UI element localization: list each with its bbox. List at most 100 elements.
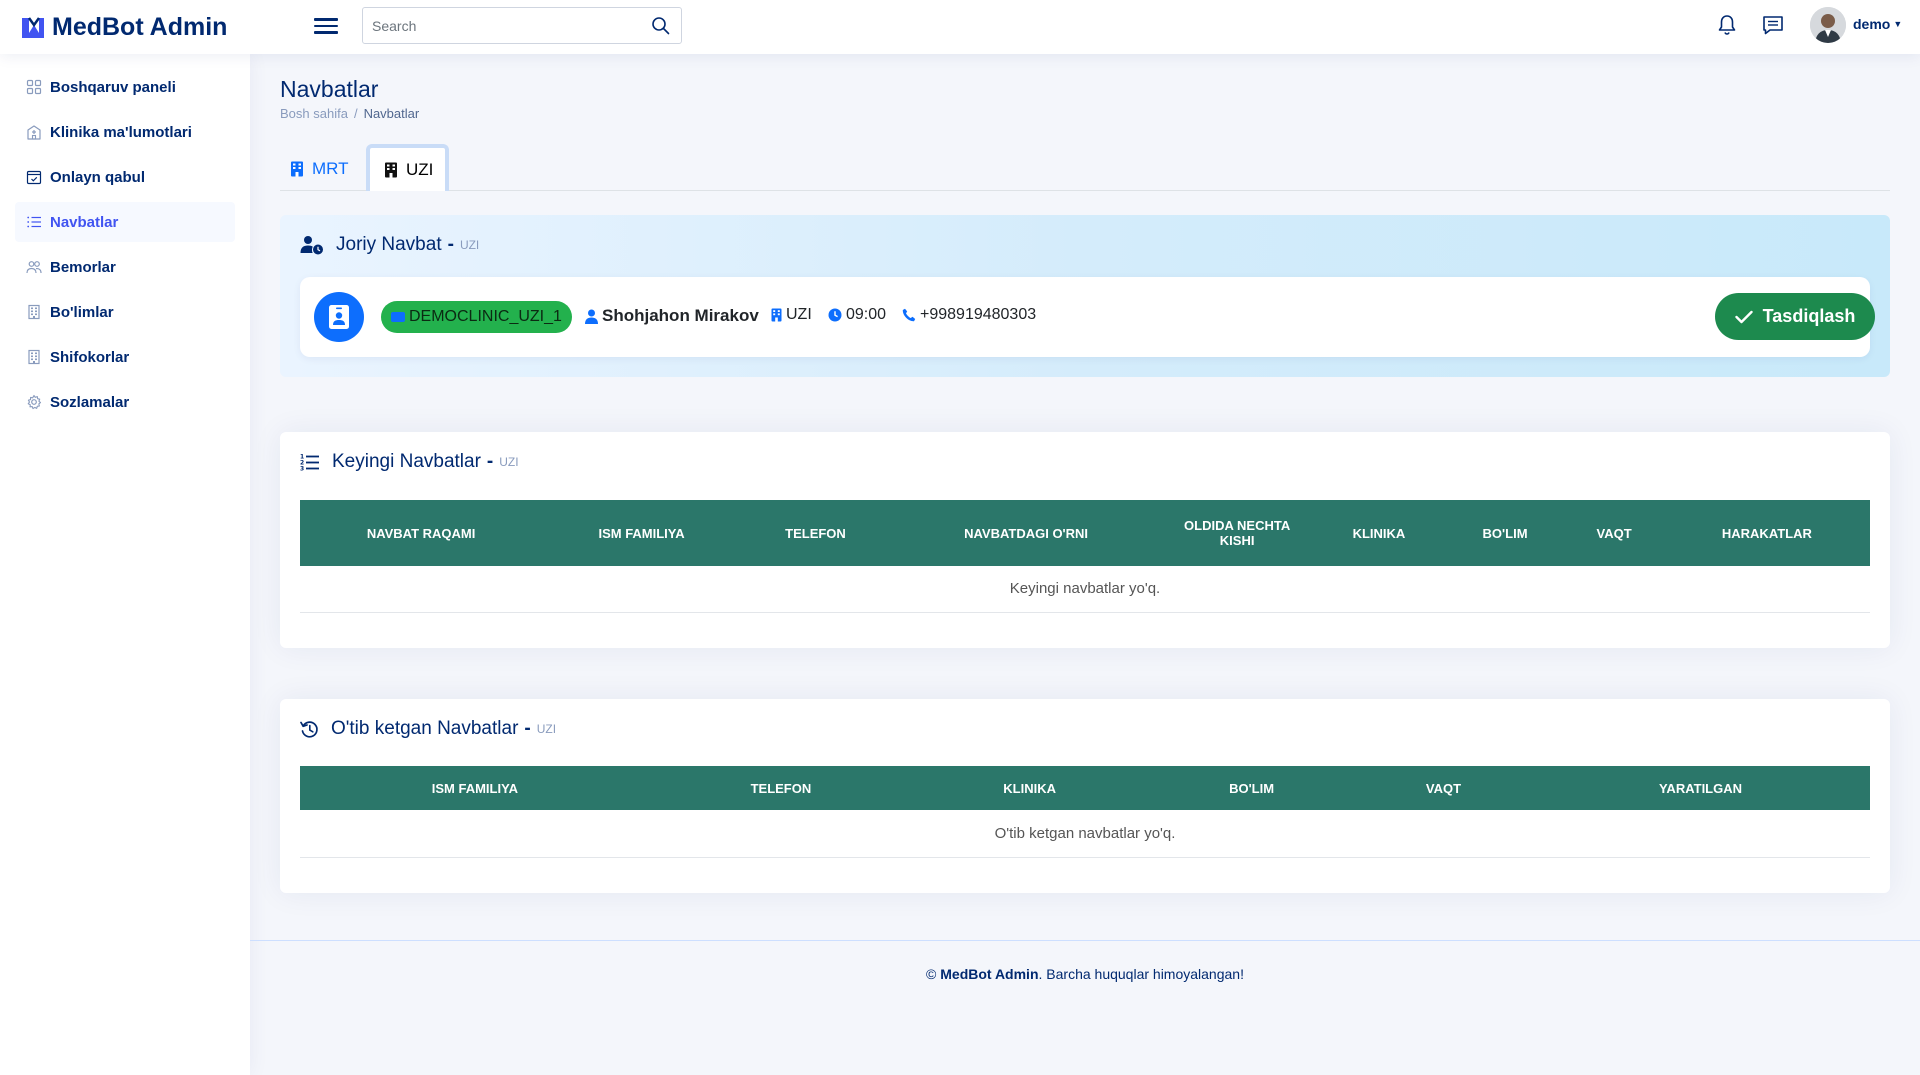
building-icon (771, 308, 782, 322)
search-input[interactable] (363, 8, 633, 43)
sidebar-item-queues[interactable]: Navbatlar (15, 202, 235, 242)
column-header[interactable]: Telefon (740, 500, 891, 566)
ticket-icon (391, 312, 405, 322)
building-icon (28, 349, 40, 365)
copyright-symbol: © (926, 966, 937, 982)
breadcrumb-current: Navbatlar (363, 106, 420, 121)
column-header[interactable]: Vaqt (1564, 500, 1664, 566)
empty-state-text: Keyingi navbatlar yo'q. (300, 566, 1870, 613)
sidebar-item-settings[interactable]: Sozlamalar (15, 382, 235, 422)
user-menu[interactable]: demo ▼ (1853, 16, 1902, 32)
next-queue-table: Navbat raqami Ism familiya Telefon Navba… (300, 500, 1870, 613)
sidebar-item-patients[interactable]: Bemorlar (15, 247, 235, 287)
sidebar-item-label: Shifokorlar (50, 348, 130, 366)
building-icon (291, 161, 303, 177)
column-header[interactable]: Ism familiya (300, 766, 650, 810)
list-ol-icon: 1 2 3 (300, 454, 319, 472)
sidebar-item-label: Onlayn qabul (50, 168, 146, 186)
breadcrumb-home-link[interactable]: Bosh sahifa (280, 106, 348, 121)
top-header: MedBot Admin demo▼ (0, 0, 1920, 54)
column-header[interactable]: Telefon (649, 766, 913, 810)
sidebar-item-online-booking[interactable]: Onlayn qabul (15, 157, 235, 197)
next-queue-title: 1 2 3 Keyingi Navbatlar - UZI (300, 451, 519, 473)
building-icon (28, 304, 40, 320)
column-header[interactable]: Harakatlar (1663, 500, 1870, 566)
past-queue-table: Ism familiya Telefon Klinika Bo'lim Vaqt… (300, 766, 1870, 858)
column-header[interactable]: Navbatdagi o'rni (890, 500, 1163, 566)
phone-icon (902, 308, 916, 322)
queue-code: DEMOCLINIC_UZI_1 (409, 308, 562, 325)
caret-down-icon: ▼ (1893, 19, 1903, 29)
check-icon (1734, 310, 1753, 323)
section-subtitle: UZI (459, 238, 480, 252)
menu-toggle-icon[interactable] (314, 14, 338, 36)
past-queue-title: O'tib ketgan Navbatlar - UZI (300, 718, 556, 740)
column-header[interactable]: Yaratilgan (1530, 766, 1870, 810)
sidebar-item-label: Bemorlar (50, 258, 116, 276)
department-text: UZI (786, 306, 812, 323)
person-badge-icon (329, 305, 349, 329)
section-title: Keyingi Navbatlar (332, 451, 481, 472)
chat-icon[interactable] (1761, 13, 1785, 37)
person-icon (585, 309, 598, 324)
tab-label: MRT (312, 159, 349, 178)
table-row: Keyingi navbatlar yo'q. (300, 566, 1870, 613)
sidebar-item-doctors[interactable]: Shifokorlar (15, 337, 235, 377)
tab-mrt[interactable]: MRT (290, 146, 349, 192)
footer-brand: MedBot Admin (940, 966, 1039, 982)
sidebar-item-clinic-info[interactable]: Klinika ma'lumotlari (15, 112, 235, 152)
svg-text:3: 3 (300, 466, 304, 472)
title-dash: - (486, 451, 494, 472)
column-header[interactable]: Bo'lim (1445, 500, 1565, 566)
confirm-button-label: Tasdiqlash (1762, 306, 1856, 326)
grid-icon (26, 79, 42, 95)
app-name: MedBot Admin (52, 12, 228, 41)
table-header-row: Navbat raqami Ism familiya Telefon Navba… (300, 500, 1870, 566)
column-header[interactable]: Oldida nechta kishi (1162, 500, 1313, 566)
list-ol-icon (27, 216, 41, 228)
confirm-button[interactable]: Tasdiqlash (1715, 293, 1875, 340)
avatar-image-icon (1810, 7, 1846, 43)
patient-avatar (314, 292, 364, 342)
person-clock-icon (300, 236, 323, 255)
column-header[interactable]: Bo'lim (1147, 766, 1356, 810)
gear-icon (27, 394, 42, 410)
user-avatar[interactable] (1810, 7, 1846, 43)
table-header-row: Ism familiya Telefon Klinika Bo'lim Vaqt… (300, 766, 1870, 810)
empty-state-text: O'tib ketgan navbatlar yo'q. (300, 810, 1870, 858)
main-content: Navbatlar Bosh sahifa / Navbatlar MRT UZI (250, 54, 1920, 1075)
sidebar-item-label: Boshqaruv paneli (50, 78, 176, 96)
tab-uzi[interactable]: UZI (366, 144, 449, 191)
column-header[interactable]: Navbat raqami (300, 500, 543, 566)
bell-icon[interactable] (1715, 13, 1739, 37)
time-text: 09:00 (846, 306, 887, 323)
appointment-time: 09:00 (828, 306, 886, 324)
section-subtitle: UZI (536, 722, 557, 736)
sidebar-item-label: Navbatlar (50, 213, 119, 231)
past-queue-card: O'tib ketgan Navbatlar - UZI Ism familiya … (280, 699, 1890, 893)
section-title: Joriy Navbat (336, 234, 442, 255)
column-header[interactable]: Klinika (912, 766, 1148, 810)
column-header[interactable]: Vaqt (1355, 766, 1531, 810)
search-icon[interactable] (651, 16, 671, 36)
current-queue-title: Joriy Navbat - UZI (300, 234, 479, 256)
current-queue-card: Joriy Navbat - UZI DEMOCLINIC_UZI_1 Shoh… (280, 215, 1890, 377)
sidebar-item-dashboard[interactable]: Boshqaruv paneli (15, 67, 235, 107)
building-icon (385, 162, 397, 177)
section-title: O'tib ketgan Navbatlar (331, 718, 519, 739)
column-header[interactable]: Ism familiya (542, 500, 741, 566)
sidebar: Boshqaruv paneli Klinika ma'lumotlari On… (0, 54, 250, 1075)
breadcrumb-separator: / (353, 106, 358, 121)
app-logo[interactable]: MedBot Admin (20, 10, 227, 44)
breadcrumb: Bosh sahifa / Navbatlar (280, 106, 419, 121)
sidebar-item-departments[interactable]: Bo'limlar (15, 292, 235, 332)
sidebar-item-label: Klinika ma'lumotlari (50, 123, 192, 141)
search-bar (362, 7, 682, 44)
current-queue-item: DEMOCLINIC_UZI_1 Shohjahon Mirakov UZI 0… (300, 277, 1875, 357)
title-dash: - (524, 718, 531, 739)
next-queue-card: 1 2 3 Keyingi Navbatlar - UZI Navbat raqam… (280, 432, 1890, 648)
department-tabs: MRT UZI (280, 144, 1890, 192)
footer-text: . Barcha huquqlar himoyalangan! (1038, 966, 1244, 982)
column-header[interactable]: Klinika (1312, 500, 1446, 566)
patient-name-text: Shohjahon Mirakov (602, 306, 759, 325)
